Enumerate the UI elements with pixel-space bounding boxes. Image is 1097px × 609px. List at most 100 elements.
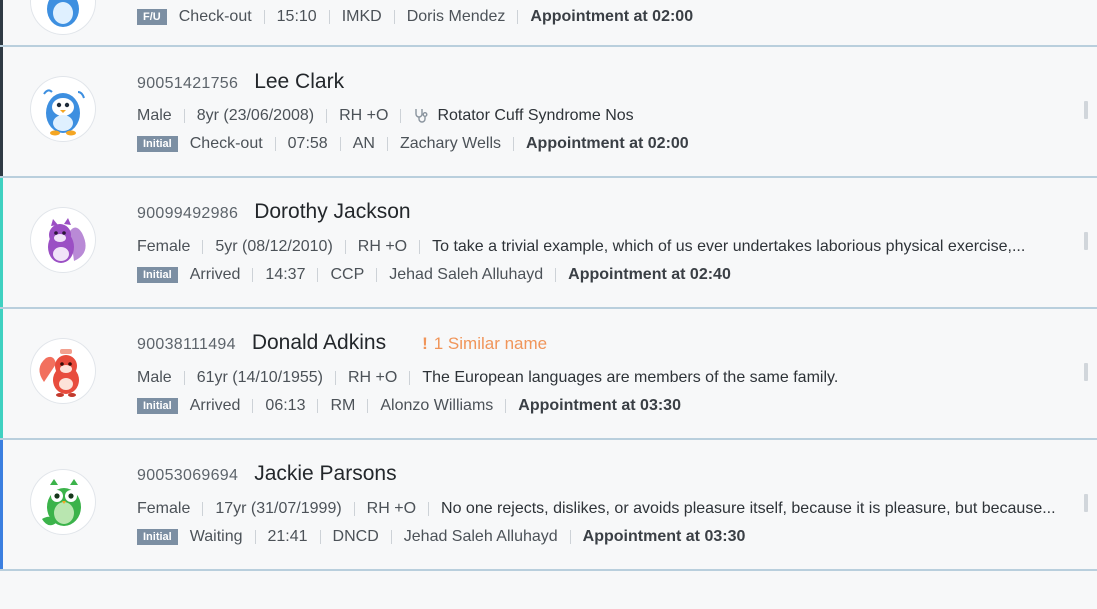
- diagnosis-note: The European languages are members of th…: [422, 369, 839, 386]
- purple-squirrel-avatar-icon: [48, 218, 86, 263]
- divider: [252, 399, 254, 413]
- similar-name-text: 1 Similar name: [433, 334, 548, 353]
- appointment-time: Appointment at 03:30: [582, 528, 746, 545]
- divider: [183, 109, 185, 123]
- patient-age: 17yr (31/07/1999): [215, 500, 342, 517]
- divider: [513, 137, 514, 151]
- divider: [419, 240, 421, 254]
- divider: [409, 371, 411, 385]
- appointment-time: Appointment at 02:40: [568, 266, 731, 283]
- patient-name[interactable]: Dorothy Jackson: [254, 200, 410, 224]
- patient-header: 90053069694 Jackie Parsons: [137, 462, 397, 490]
- visit-info: Initial Check-out 07:58 AN Zachary Wells…: [137, 133, 689, 155]
- divider: [328, 10, 330, 24]
- divider: [202, 240, 204, 254]
- stethoscope-icon: [415, 109, 428, 123]
- patient-row[interactable]: F/U Check-out 15:10 IMKD Doris Mendez Ap…: [0, 0, 1097, 46]
- patient-demographics: Male 8yr (23/06/2008) RH +O Rotator Cuff…: [137, 105, 634, 127]
- visit-status: Check-out: [189, 135, 263, 152]
- divider: [252, 268, 254, 282]
- visit-time: 21:41: [267, 528, 308, 545]
- divider: [319, 530, 321, 544]
- doctor-name: Doris Mendez: [406, 8, 506, 25]
- patient-row[interactable]: 90053069694 Jackie Parsons Female 17yr (…: [0, 438, 1097, 569]
- patient-demographics: Female 5yr (08/12/2010) RH +O To take a …: [137, 236, 1025, 258]
- visit-status: Arrived: [189, 266, 241, 283]
- patient-row[interactable]: 90099492986 Dorothy Jackson Female 5yr (…: [0, 176, 1097, 307]
- divider: [428, 502, 430, 516]
- blood-type: RH +O: [348, 369, 398, 386]
- red-squirrel-avatar-icon: [39, 349, 79, 397]
- divider: [555, 268, 557, 282]
- patient-row[interactable]: [0, 569, 1097, 609]
- exclamation-icon: !: [422, 334, 428, 353]
- row-handle[interactable]: [1084, 101, 1088, 119]
- visit-info: Initial Arrived 14:37 CCP Jehad Saleh Al…: [137, 264, 731, 286]
- blue-penguin-avatar-icon: [43, 89, 85, 136]
- diagnosis-note: To take a trivial example, which of us e…: [432, 238, 1026, 255]
- row-accent-bar: [0, 178, 3, 307]
- row-handle[interactable]: [1084, 363, 1088, 381]
- department-code: RM: [330, 397, 356, 414]
- similar-name-warning[interactable]: ! 1 Similar name: [422, 334, 547, 354]
- patient-name[interactable]: Lee Clark: [254, 70, 344, 94]
- visit-info: Initial Waiting 21:41 DNCD Jehad Saleh A…: [137, 526, 745, 548]
- divider: [376, 268, 378, 282]
- patient-gender: Female: [137, 500, 191, 517]
- visit-type-badge: Initial: [137, 267, 178, 283]
- patient-header: 90099492986 Dorothy Jackson: [137, 200, 411, 228]
- doctor-name: Jehad Saleh Alluhayd: [389, 266, 544, 283]
- divider: [400, 109, 402, 123]
- divider: [353, 502, 355, 516]
- patient-age: 8yr (23/06/2008): [196, 107, 315, 124]
- patient-row[interactable]: 90051421756 Lee Clark Male 8yr (23/06/20…: [0, 45, 1097, 176]
- appointment-time: Appointment at 02:00: [530, 8, 694, 25]
- diagnosis-note: Rotator Cuff Syndrome Nos: [437, 107, 634, 124]
- visit-time: 15:10: [276, 8, 317, 25]
- visit-time: 06:13: [265, 397, 306, 414]
- patient-id: 90099492986: [137, 205, 239, 222]
- patient-id: 90053069694: [137, 467, 239, 484]
- patient-age: 61yr (14/10/1955): [196, 369, 323, 386]
- row-handle[interactable]: [1084, 494, 1088, 512]
- patient-header: 90038111494 Donald Adkins ! 1 Similar nam…: [137, 331, 547, 359]
- visit-time: 14:37: [265, 266, 306, 283]
- department-code: AN: [352, 135, 375, 152]
- blue-penguin-avatar-icon: [47, 0, 79, 27]
- divider: [326, 109, 328, 123]
- patient-name[interactable]: Jackie Parsons: [254, 462, 396, 486]
- divider: [393, 10, 395, 24]
- blood-type: RH +O: [357, 238, 408, 255]
- department-code: CCP: [330, 266, 365, 283]
- visit-type-badge: Initial: [137, 398, 178, 414]
- patient-demographics: Female 17yr (31/07/1999) RH +O No one re…: [137, 498, 1056, 520]
- visit-status: Waiting: [189, 528, 243, 545]
- divider: [386, 137, 388, 151]
- patient-avatar: [30, 338, 96, 404]
- patient-gender: Male: [137, 107, 172, 124]
- visit-type-badge: Initial: [137, 529, 178, 545]
- patient-id: 90038111494: [137, 336, 236, 353]
- patient-name[interactable]: Donald Adkins: [252, 331, 386, 355]
- visit-time: 07:58: [287, 135, 328, 152]
- patient-gender: Female: [137, 238, 191, 255]
- row-accent-bar: [0, 440, 3, 569]
- visit-status: Arrived: [189, 397, 241, 414]
- row-handle[interactable]: [1084, 232, 1088, 250]
- patient-header: 90051421756 Lee Clark: [137, 70, 344, 98]
- row-accent-bar: [0, 47, 3, 176]
- green-owl-avatar-icon: [42, 479, 81, 526]
- row-accent-bar: [0, 0, 3, 46]
- visit-status: Check-out: [178, 8, 252, 25]
- divider: [254, 530, 256, 544]
- divider: [317, 399, 319, 413]
- patient-avatar: [30, 207, 96, 273]
- doctor-name: Zachary Wells: [399, 135, 501, 152]
- patient-row[interactable]: 90038111494 Donald Adkins ! 1 Similar nam…: [0, 307, 1097, 438]
- patient-demographics: Male 61yr (14/10/1955) RH +O The Europea…: [137, 367, 838, 389]
- divider: [317, 268, 319, 282]
- divider: [335, 371, 336, 385]
- appointment-time: Appointment at 02:00: [526, 135, 689, 152]
- blood-type: RH +O: [339, 107, 389, 124]
- department-code: IMKD: [341, 8, 382, 25]
